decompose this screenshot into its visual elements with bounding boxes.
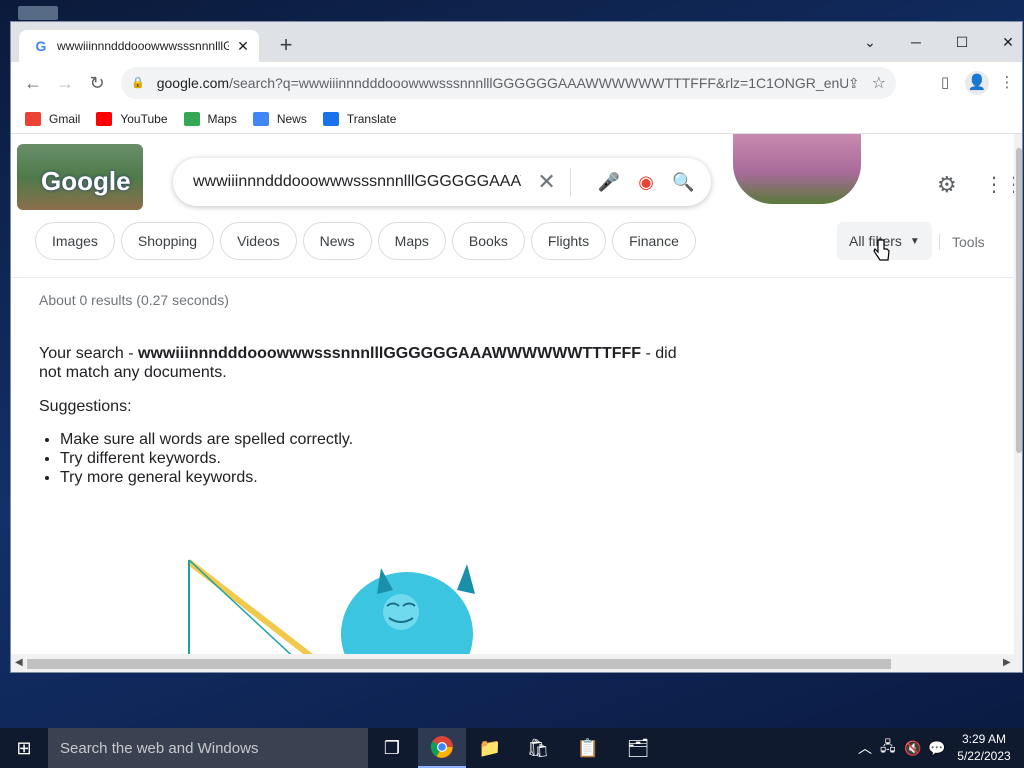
suggestion-item: Try different keywords. [60,449,353,468]
side-panel-icon[interactable]: ▯ [933,71,957,95]
bookmark-youtube[interactable]: YouTube [96,111,168,126]
scroll-left-icon[interactable]: ◀ [15,657,23,668]
search-box[interactable]: wwwiiinnndddooowwwsssnnnlllGGGGGGAAAWWWW… [173,158,711,206]
google-apps-grid-icon[interactable]: ⋮⋮⋮ [984,172,1014,197]
google-doodle-logo[interactable]: Google [17,144,143,210]
clock-date: 5/22/2023 [957,749,1011,763]
filters-divider [939,234,940,250]
menu-kebab-icon[interactable]: ⋮ [995,71,1019,95]
taskbar-search-input[interactable]: Search the web and Windows [48,728,368,768]
title-bar: G wwwiiinnndddooowwwsssnnnlllG ✕ + ⌄ ─ ☐… [11,22,1022,62]
file-explorer-icon[interactable]: 📁 [466,728,514,768]
reload-icon[interactable]: ↻ [84,70,110,96]
bookmark-star-icon[interactable]: ☆ [872,73,886,93]
close-window-button[interactable]: ✕ [991,28,1022,56]
bookmark-news[interactable]: News [252,111,307,126]
tab-search-dropdown-icon[interactable]: ⌄ [853,28,887,56]
google-favicon-icon: G [35,38,47,54]
clear-icon[interactable]: ✕ [535,169,558,195]
bookmark-gmail[interactable]: Gmail [25,111,80,126]
header-divider [11,277,1014,278]
search-filter-chips: Images Shopping Videos News Maps Books F… [35,222,702,260]
tools-button[interactable]: Tools [952,234,985,250]
no-match-message: Your search - wwwiiinnndddooowwwsssnnnll… [39,345,677,381]
news-icon [252,111,269,126]
windows-start-icon[interactable]: ⊞ [0,728,48,768]
translate-icon [322,111,339,126]
chip-images[interactable]: Images [35,222,115,260]
volume-muted-icon[interactable]: 🔇 [904,728,921,768]
bookmark-maps[interactable]: Maps [183,111,237,126]
clock-time: 3:29 AM [961,732,1007,746]
desktop-icon[interactable] [18,6,58,20]
result-stats: About 0 results (0.27 seconds) [39,292,229,308]
horizontal-scrollbar[interactable]: ◀ ▶ [11,654,1022,672]
maximize-button[interactable]: ☐ [945,28,979,56]
app-taskbar-icon[interactable]: 📋 [564,728,612,768]
tab-title: wwwiiinnndddooowwwsssnnnlllG [57,39,229,53]
suggestion-item: Try more general keywords. [60,468,353,487]
gmail-icon [25,111,41,126]
show-hidden-icons[interactable]: ︿ [858,728,872,768]
share-icon[interactable]: ⇪ [848,75,860,92]
vertical-scrollbar[interactable] [1014,134,1022,654]
browser-tab[interactable]: G wwwiiinnndddooowwwsssnnnlllG ✕ [19,30,259,62]
suggestion-item: Make sure all words are spelled correctl… [60,430,353,449]
network-icon[interactable]: 🖧 [880,728,896,768]
minimize-button[interactable]: ─ [899,28,933,56]
horizontal-scroll-thumb[interactable] [27,659,891,669]
address-bar[interactable]: 🔒 google.com/search?q=wwwiiinnndddooowww… [121,67,896,99]
forward-icon[interactable]: → [52,70,78,96]
search-results-page: Google wwwiiinnndddooowwwsssnnnlllGGGGGG… [11,134,1014,654]
url-text[interactable]: google.com/search?q=wwwiiinnndddooowwwss… [157,75,848,91]
profile-avatar-icon[interactable]: 👤 [965,71,989,95]
search-input[interactable]: wwwiiinnndddooowwwsssnnnlllGGGGGGAAAWWWW… [193,173,521,191]
vertical-scroll-thumb[interactable] [1016,148,1022,453]
settings-gear-icon[interactable]: ⚙ [937,172,957,198]
chip-maps[interactable]: Maps [377,222,446,260]
notifications-icon[interactable]: 💬 [928,728,945,768]
app2-taskbar-icon[interactable]: 🗂 [614,728,662,768]
caret-down-icon: ▼ [909,235,920,247]
hand-cursor-icon [873,239,890,261]
browser-window: G wwwiiinnndddooowwwsssnnnlllG ✕ + ⌄ ─ ☐… [10,21,1023,673]
suggestions-title: Suggestions: [39,398,132,415]
no-results-monster-illustration [187,559,475,654]
task-view-icon[interactable]: ❐ [368,728,416,768]
search-icon[interactable]: 🔍 [672,172,695,193]
microphone-icon[interactable]: 🎤 [597,172,620,193]
search-box-divider [570,168,572,196]
chip-news[interactable]: News [302,222,372,260]
no-match-query: wwwiiinnndddooowwwsssnnnlllGGGGGGAAAWWWW… [138,345,642,362]
google-lens-icon[interactable]: ◉ [634,172,657,193]
chip-videos[interactable]: Videos [220,222,297,260]
chip-flights[interactable]: Flights [530,222,607,260]
bookmarks-bar: Gmail YouTube Maps News Translate [11,104,1022,134]
new-tab-button[interactable]: + [273,33,299,59]
windows-taskbar: ⊞ Search the web and Windows ❐ 📁 🛍 📋 🗂 ︿… [0,728,1024,768]
maps-icon [183,111,200,126]
scroll-right-icon[interactable]: ▶ [1003,657,1011,668]
bookmark-translate[interactable]: Translate [322,111,396,126]
chip-finance[interactable]: Finance [612,222,696,260]
back-icon[interactable]: ← [20,70,46,96]
lock-icon: 🔒 [131,77,145,89]
chrome-logo-icon [430,736,453,758]
doodle-illustration [733,134,861,204]
chip-books[interactable]: Books [451,222,525,260]
youtube-icon [96,111,113,126]
chrome-taskbar-icon[interactable] [418,728,466,768]
store-icon[interactable]: 🛍 [514,728,562,768]
browser-toolbar: ← → ↻ 🔒 google.com/search?q=wwwiiinnnddd… [11,62,1022,104]
tab-close-icon[interactable]: ✕ [235,38,251,55]
chip-shopping[interactable]: Shopping [120,222,215,260]
suggestions-list: Make sure all words are spelled correctl… [39,430,353,487]
taskbar-clock[interactable]: 3:29 AM 5/22/2023 [950,731,1018,765]
